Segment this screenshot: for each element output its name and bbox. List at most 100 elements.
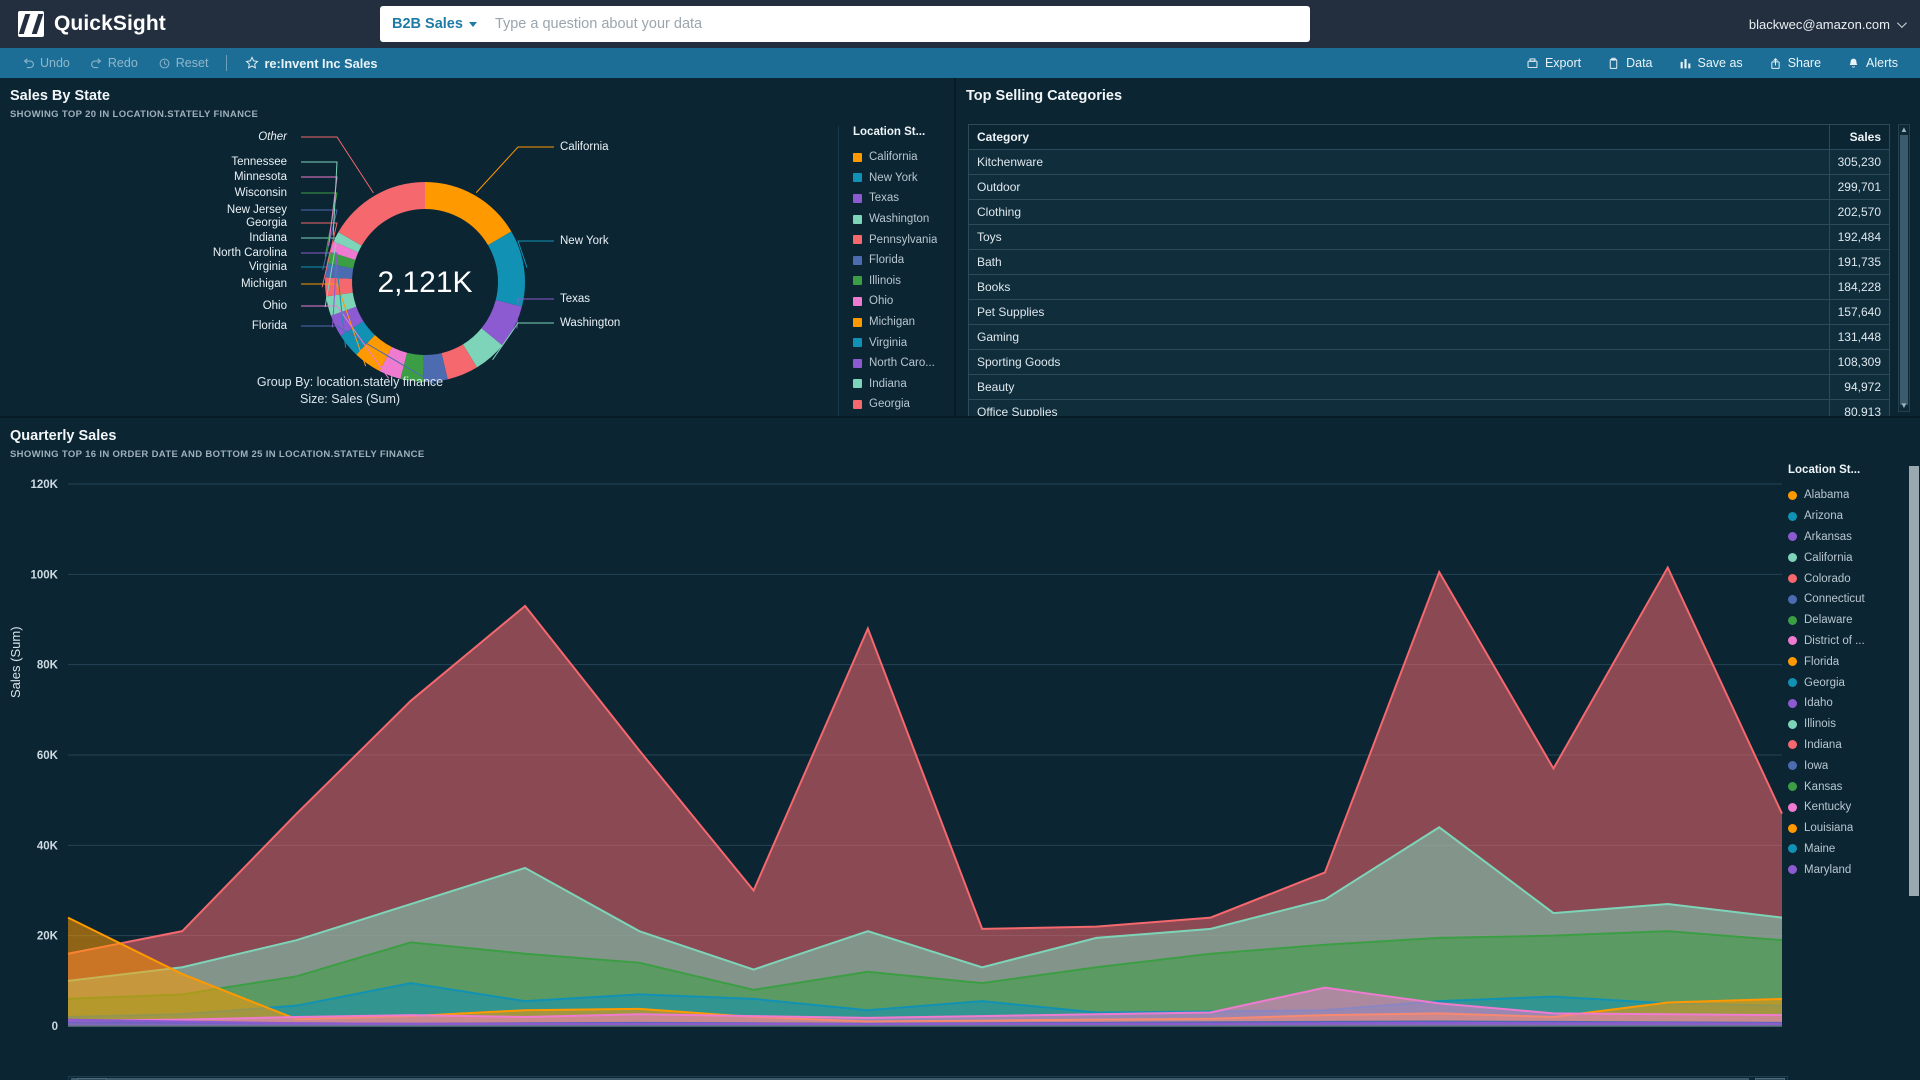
scrollbar-thumb[interactable]: [1900, 135, 1908, 405]
legend-item-label: Florida: [869, 254, 905, 267]
donut-slice[interactable]: [488, 231, 525, 307]
legend-item[interactable]: Illinois: [843, 271, 950, 292]
legend-item[interactable]: Florida: [843, 250, 950, 271]
legend-item[interactable]: Indiana: [843, 374, 950, 395]
legend-item[interactable]: California: [843, 147, 950, 168]
scroll-up-arrow-icon[interactable]: ▲: [1899, 125, 1909, 135]
legend-item[interactable]: Georgia: [843, 394, 950, 415]
legend-item[interactable]: Maine: [1788, 839, 1904, 860]
legend-item[interactable]: Florida: [1788, 651, 1904, 672]
scrollbar-thumb[interactable]: [1909, 466, 1919, 896]
legend-item[interactable]: California: [1788, 547, 1904, 568]
chevron-down-icon: [468, 21, 477, 27]
column-header-sales[interactable]: Sales: [1828, 124, 1890, 150]
table-row[interactable]: Outdoor 299,701: [968, 174, 1890, 200]
undo-button[interactable]: Undo: [12, 48, 80, 78]
reset-button[interactable]: Reset: [148, 48, 219, 78]
legend-dot-icon: [1788, 490, 1797, 500]
donut-legend[interactable]: Location St... California New York Texas Wa…: [838, 126, 950, 416]
favorite-button[interactable]: re:Invent Inc Sales: [235, 48, 387, 78]
donut-slice[interactable]: [425, 182, 512, 246]
legend-item[interactable]: Connecticut: [1788, 589, 1904, 610]
legend-item[interactable]: Delaware: [1788, 610, 1904, 631]
bell-icon: [1847, 57, 1860, 70]
panel-subtitle: SHOWING TOP 20 IN LOCATION.STATELY FINAN…: [10, 109, 259, 120]
legend-item[interactable]: Washington: [843, 209, 950, 230]
table-row[interactable]: Sporting Goods 108,309: [968, 349, 1890, 375]
share-button[interactable]: Share: [1757, 48, 1833, 78]
legend-item[interactable]: Kentucky: [1788, 797, 1904, 818]
column-header-category[interactable]: Category: [968, 124, 1830, 150]
cell-sales: 192,484: [1828, 224, 1890, 250]
table-row[interactable]: Beauty 94,972: [968, 374, 1890, 400]
brand-name: QuickSight: [54, 12, 166, 35]
table-row[interactable]: Bath 191,735: [968, 249, 1890, 275]
legend-item[interactable]: Virginia: [843, 332, 950, 353]
donut-legend-title: Location St...: [853, 126, 926, 138]
legend-item[interactable]: Louisiana: [1788, 818, 1904, 839]
y-axis-tick-label: 100K: [31, 569, 59, 581]
legend-item[interactable]: North Caro...: [843, 353, 950, 374]
legend-item[interactable]: Indiana: [1788, 735, 1904, 756]
table-header-row: Category Sales: [968, 124, 1890, 150]
redo-button[interactable]: Redo: [80, 48, 148, 78]
legend-item-label: California: [869, 151, 918, 164]
legend-item[interactable]: Maryland: [1788, 859, 1904, 880]
save-as-button[interactable]: Save as: [1667, 48, 1755, 78]
legend-item-label: Maryland: [1804, 863, 1852, 876]
legend-item[interactable]: Pennsylvania: [843, 229, 950, 250]
legend-item-label: Ohio: [869, 295, 894, 308]
alerts-button[interactable]: Alerts: [1835, 48, 1910, 78]
chart-horizontal-scrollbar[interactable]: ≡ ≡: [68, 1076, 1788, 1080]
legend-vertical-scrollbar[interactable]: ▼: [1908, 464, 1920, 1080]
table-vertical-scrollbar[interactable]: ▲ ▼: [1898, 124, 1910, 412]
legend-item[interactable]: Illinois: [1788, 714, 1904, 735]
legend-swatch-icon: [853, 173, 862, 183]
table-row[interactable]: Pet Supplies 157,640: [968, 299, 1890, 325]
sales-by-state-visual: Sales By State SHOWING TOP 20 IN LOCATIO…: [0, 78, 956, 416]
scroll-down-arrow-icon[interactable]: ▼: [1899, 401, 1909, 411]
dataset-selector[interactable]: B2B Sales: [392, 16, 477, 32]
quarterly-legend[interactable]: Location St... Alabama Arizona Arkansas Cal…: [1788, 464, 1904, 1080]
legend-item[interactable]: Arizona: [1788, 506, 1904, 527]
area-chart[interactable]: 0 20K 40K 60K 80K 100K 120K: [0, 464, 1790, 1080]
svg-text:2,121K: 2,121K: [377, 266, 472, 299]
legend-item[interactable]: Iowa: [1788, 755, 1904, 776]
legend-dot-icon: [1788, 574, 1797, 584]
table-row[interactable]: Gaming 131,448: [968, 324, 1890, 350]
search-input[interactable]: [484, 16, 1298, 32]
table-row[interactable]: Books 184,228: [968, 274, 1890, 300]
legend-item[interactable]: Ohio: [843, 291, 950, 312]
table-row[interactable]: Office Supplies 80,913: [968, 399, 1890, 416]
legend-item[interactable]: Idaho: [1788, 693, 1904, 714]
share-icon: [1769, 57, 1782, 70]
legend-dot-icon: [1788, 657, 1797, 667]
export-button[interactable]: Export: [1514, 48, 1593, 78]
legend-item[interactable]: Arkansas: [1788, 527, 1904, 548]
legend-item[interactable]: Texas: [843, 188, 950, 209]
legend-item[interactable]: Georgia: [1788, 672, 1904, 693]
account-menu[interactable]: blackwec@amazon.com: [1749, 0, 1907, 48]
table-row[interactable]: Toys 192,484: [968, 224, 1890, 250]
data-button[interactable]: Data: [1595, 48, 1664, 78]
legend-item[interactable]: Michigan: [843, 312, 950, 333]
query-bar[interactable]: B2B Sales: [380, 6, 1310, 42]
legend-item[interactable]: Colorado: [1788, 568, 1904, 589]
donut-slice[interactable]: [338, 182, 425, 246]
legend-item[interactable]: Alabama: [1788, 485, 1904, 506]
legend-item[interactable]: New York: [843, 168, 950, 189]
table-row[interactable]: Kitchenware 305,230: [968, 149, 1890, 175]
donut-slice-label: California: [560, 141, 609, 153]
cell-sales: 202,570: [1828, 199, 1890, 225]
table-row[interactable]: Clothing 202,570: [968, 199, 1890, 225]
legend-item-label: Indiana: [1804, 738, 1842, 751]
export-icon: [1526, 57, 1539, 70]
legend-item[interactable]: District of ...: [1788, 631, 1904, 652]
donut-slice-label: Wisconsin: [235, 187, 287, 199]
legend-item-label: Illinois: [869, 274, 901, 287]
legend-item[interactable]: Kansas: [1788, 776, 1904, 797]
donut-slice-label: Washington: [560, 317, 620, 329]
legend-dot-icon: [1788, 865, 1797, 875]
cell-sales: 131,448: [1828, 324, 1890, 350]
quicksight-logo[interactable]: QuickSight: [0, 11, 380, 37]
